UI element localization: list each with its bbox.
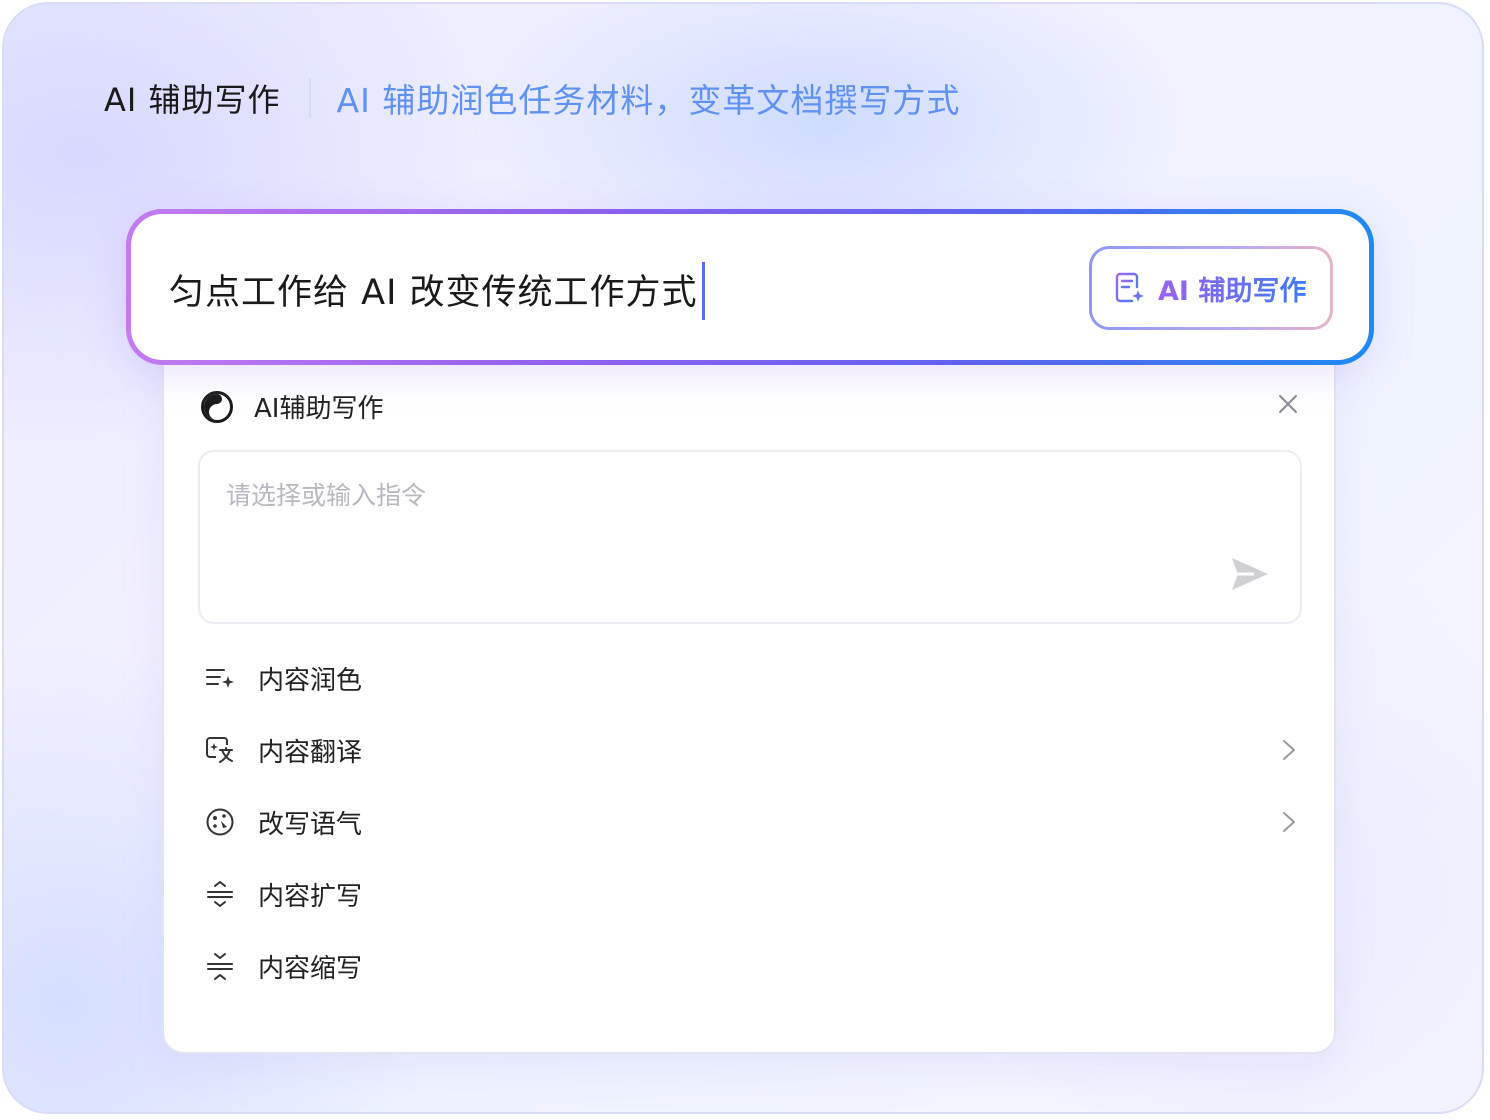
app-frame: AI 辅助写作 AI 辅助润色任务材料，变革文档撰写方式 AI辅助写作 请选择或… [2, 2, 1484, 1114]
page-title: AI 辅助写作 [104, 81, 281, 119]
menu-item-tone[interactable]: 改写语气 [198, 786, 1308, 858]
ai-assist-button-body[interactable]: AI 辅助写作 [1092, 249, 1330, 327]
main-input-field[interactable]: 匀点工作给 AI 改变传统工作方式 AI 辅助写作 [131, 214, 1369, 360]
tone-icon [206, 808, 234, 836]
panel-header: AI辅助写作 [200, 388, 383, 425]
menu-item-label: 内容润色 [258, 665, 363, 696]
polish-icon [206, 669, 234, 688]
main-input-text[interactable]: 匀点工作给 AI 改变传统工作方式 [169, 264, 698, 315]
send-icon[interactable] [1230, 554, 1270, 594]
command-input[interactable] [224, 474, 1188, 538]
page-header: AI 辅助写作 AI 辅助润色任务材料，变革文档撰写方式 [104, 74, 960, 122]
close-icon[interactable] [1276, 392, 1300, 416]
expand-icon [207, 881, 233, 907]
main-input-bar[interactable]: 匀点工作给 AI 改变传统工作方式 AI 辅助写作 [126, 209, 1374, 365]
chevron-right-icon [1283, 740, 1295, 760]
menu-item-shrink[interactable]: 内容缩写 [198, 930, 1308, 1002]
ai-assist-button-label: AI 辅助写作 [1158, 269, 1306, 308]
menu-item-label: 内容扩写 [258, 881, 363, 912]
menu-item-translate[interactable]: 内容翻译 [198, 714, 1308, 786]
translate-icon [206, 737, 233, 763]
panel-title: AI辅助写作 [254, 394, 384, 424]
text-caret [702, 262, 705, 320]
command-input-box [198, 450, 1302, 624]
menu-item-polish[interactable]: 内容润色 [198, 642, 1308, 714]
document-sparkle-icon [1115, 272, 1144, 303]
command-menu: 内容润色 内容翻译 改写语气 内容扩写 内容缩写 [198, 642, 1308, 1002]
header-divider [308, 78, 311, 118]
ai-assist-button[interactable]: AI 辅助写作 [1089, 246, 1333, 330]
menu-item-label: 内容缩写 [258, 953, 363, 984]
menu-item-label: 内容翻译 [258, 737, 363, 768]
ai-logo-icon [201, 390, 233, 423]
chevron-right-icon [1283, 812, 1295, 832]
ai-writing-panel: AI辅助写作 内容润色 [162, 334, 1336, 1054]
page-subtitle: AI 辅助润色任务材料，变革文档撰写方式 [336, 81, 961, 120]
shrink-icon [207, 953, 233, 980]
menu-item-expand[interactable]: 内容扩写 [198, 858, 1308, 930]
menu-item-label: 改写语气 [258, 809, 363, 840]
